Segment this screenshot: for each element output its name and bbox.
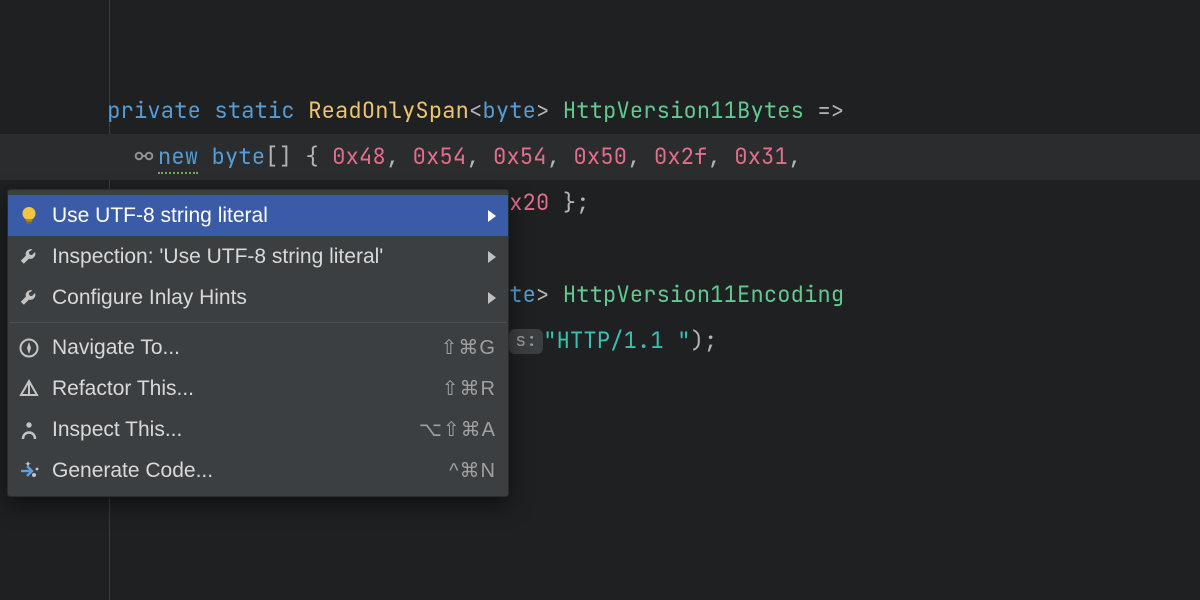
menu-item-label: Navigate To... [52,336,431,360]
menu-item-inspect-this[interactable]: Inspect This... ⌥⇧⌘A [8,409,508,450]
code-line-active[interactable]: new byte[] { 0x48, 0x54, 0x54, 0x50, 0x2… [0,134,1200,180]
menu-item-use-utf8[interactable]: Use UTF-8 string literal [8,195,508,236]
menu-item-generate-code[interactable]: Generate Code... ^⌘N [8,450,508,491]
menu-item-label: Inspection: 'Use UTF-8 string literal' [52,245,478,269]
menu-item-shortcut: ^⌘N [449,458,496,483]
menu-item-shortcut: ⌥⇧⌘A [419,417,496,442]
menu-item-label: Refactor This... [52,377,432,401]
prism-icon [18,378,40,400]
returns-inlay-icon [134,142,158,171]
menu-item-configure-inlay[interactable]: Configure Inlay Hints [8,277,508,318]
menu-item-shortcut: ⇧⌘G [441,335,496,360]
menu-item-label: Generate Code... [52,459,439,483]
menu-item-inspection[interactable]: Inspection: 'Use UTF-8 string literal' [8,236,508,277]
menu-item-refactor-this[interactable]: Refactor This... ⇧⌘R [8,368,508,409]
menu-item-label: Inspect This... [52,418,409,442]
compass-icon [18,337,40,359]
bulb-icon [18,205,40,227]
generate-icon [18,460,40,482]
chevron-right-icon [488,251,496,263]
wrench-icon [18,287,40,309]
code-line[interactable]: private static ReadOnlySpan<byte> HttpVe… [0,88,1200,134]
menu-separator [9,322,507,323]
chevron-right-icon [488,292,496,304]
chevron-right-icon [488,210,496,222]
menu-item-navigate-to[interactable]: Navigate To... ⇧⌘G [8,327,508,368]
inspect-icon [18,419,40,441]
menu-item-shortcut: ⇧⌘R [442,376,496,401]
intentions-menu: Use UTF-8 string literal Inspection: 'Use… [7,189,509,497]
menu-item-label: Use UTF-8 string literal [52,204,478,228]
menu-item-label: Configure Inlay Hints [52,286,478,310]
parameter-inlay-hint: s: [509,329,543,354]
wrench-icon [18,246,40,268]
